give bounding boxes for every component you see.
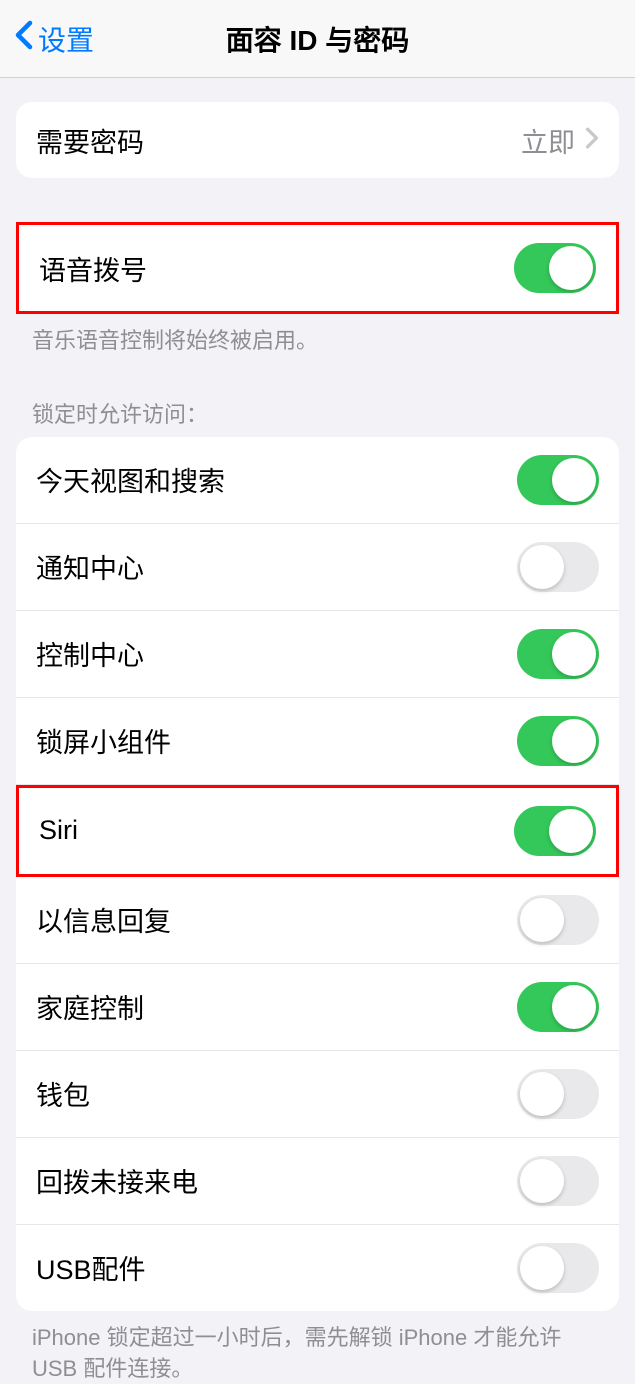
siri-label: Siri — [39, 815, 514, 846]
home-control-label: 家庭控制 — [36, 987, 517, 1026]
notification-center-row: 通知中心 — [16, 524, 619, 611]
allow-access-group: 今天视图和搜索 通知中心 控制中心 锁屏小组件 Siri 以信息回复 家庭控制 — [16, 437, 619, 1311]
require-passcode-row[interactable]: 需要密码 立即 — [16, 102, 619, 178]
lock-widgets-row: 锁屏小组件 — [16, 698, 619, 785]
today-view-row: 今天视图和搜索 — [16, 437, 619, 524]
siri-toggle[interactable] — [514, 806, 596, 856]
wallet-toggle[interactable] — [517, 1069, 599, 1119]
voice-dial-row: 语音拨号 — [19, 225, 616, 311]
usb-accessories-label: USB配件 — [36, 1248, 517, 1287]
usb-accessories-toggle[interactable] — [517, 1243, 599, 1293]
allow-access-header: 锁定时允许访问： — [0, 397, 635, 437]
chevron-left-icon — [14, 20, 34, 57]
reply-message-label: 以信息回复 — [36, 900, 517, 939]
control-center-label: 控制中心 — [36, 634, 517, 673]
notification-center-toggle[interactable] — [517, 542, 599, 592]
require-passcode-label: 需要密码 — [36, 121, 521, 160]
control-center-toggle[interactable] — [517, 629, 599, 679]
wallet-label: 钱包 — [36, 1074, 517, 1113]
home-control-toggle[interactable] — [517, 982, 599, 1032]
voice-dial-label: 语音拨号 — [39, 249, 514, 288]
reply-message-row: 以信息回复 — [16, 877, 619, 964]
home-control-row: 家庭控制 — [16, 964, 619, 1051]
wallet-row: 钱包 — [16, 1051, 619, 1138]
reply-message-toggle[interactable] — [517, 895, 599, 945]
navigation-bar: 设置 面容 ID 与密码 — [0, 0, 635, 78]
back-button[interactable]: 设置 — [0, 19, 94, 59]
today-view-toggle[interactable] — [517, 455, 599, 505]
usb-footer: iPhone 锁定超过一小时后，需先解锁 iPhone 才能允许USB 配件连接… — [0, 1311, 635, 1384]
notification-center-label: 通知中心 — [36, 547, 517, 586]
callback-row: 回拨未接来电 — [16, 1138, 619, 1225]
siri-row: Siri — [16, 785, 619, 877]
voice-dial-group: 语音拨号 — [16, 222, 619, 314]
lock-widgets-toggle[interactable] — [517, 716, 599, 766]
usb-accessories-row: USB配件 — [16, 1225, 619, 1311]
page-title: 面容 ID 与密码 — [0, 19, 635, 59]
callback-label: 回拨未接来电 — [36, 1161, 517, 1200]
today-view-label: 今天视图和搜索 — [36, 460, 517, 499]
voice-dial-toggle[interactable] — [514, 243, 596, 293]
voice-dial-footer: 音乐语音控制将始终被启用。 — [0, 314, 635, 357]
control-center-row: 控制中心 — [16, 611, 619, 698]
require-passcode-group: 需要密码 立即 — [16, 102, 619, 178]
back-label: 设置 — [38, 19, 94, 59]
lock-widgets-label: 锁屏小组件 — [36, 721, 517, 760]
callback-toggle[interactable] — [517, 1156, 599, 1206]
require-passcode-value: 立即 — [521, 121, 575, 160]
chevron-right-icon — [585, 124, 599, 156]
